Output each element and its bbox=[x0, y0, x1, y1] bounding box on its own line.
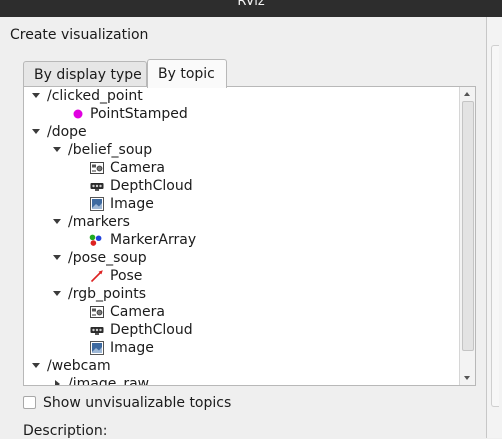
image-icon bbox=[90, 197, 104, 211]
display-label: Image bbox=[110, 340, 154, 356]
expand-arrow-icon[interactable] bbox=[32, 363, 40, 368]
camera-icon bbox=[90, 162, 104, 174]
section-label: Create visualization bbox=[10, 27, 149, 43]
scroll-down-icon[interactable] bbox=[460, 371, 475, 385]
tab-by-display-type[interactable]: By display type bbox=[23, 61, 147, 87]
show-unvisualizable-checkbox[interactable] bbox=[23, 396, 36, 409]
expand-arrow-icon[interactable] bbox=[32, 129, 40, 134]
scroll-up-icon[interactable] bbox=[460, 87, 475, 101]
topic-label: /markers bbox=[68, 214, 130, 230]
expand-arrow-icon[interactable] bbox=[53, 255, 61, 260]
topic-label: /rgb_points bbox=[68, 286, 146, 302]
collapsed-arrow-icon[interactable] bbox=[55, 380, 60, 385]
topic-tree: /clicked_point PointStamped /dope /belie… bbox=[24, 87, 457, 385]
display-label: DepthCloud bbox=[110, 322, 193, 338]
tab-by-topic[interactable]: By topic bbox=[147, 59, 227, 88]
topic-label: /dope bbox=[47, 124, 87, 140]
expand-arrow-icon[interactable] bbox=[32, 93, 40, 98]
expand-arrow-icon[interactable] bbox=[53, 147, 61, 152]
window-right-panel-edge bbox=[486, 17, 502, 438]
description-label: Description: bbox=[23, 423, 108, 439]
expand-arrow-icon[interactable] bbox=[53, 291, 61, 296]
show-unvisualizable-label: Show unvisualizable topics bbox=[43, 395, 232, 411]
display-label: Camera bbox=[110, 160, 165, 176]
display-label: DepthCloud bbox=[110, 178, 193, 194]
pose-icon bbox=[90, 270, 103, 283]
topic-label: /belief_soup bbox=[68, 142, 153, 158]
depthcloud-icon bbox=[90, 183, 104, 191]
topic-label: /image_raw bbox=[68, 376, 150, 385]
topic-label: /clicked_point bbox=[47, 88, 143, 104]
display-label: Camera bbox=[110, 304, 165, 320]
topic-label: /pose_soup bbox=[68, 250, 147, 266]
tree-vertical-scrollbar[interactable] bbox=[459, 87, 475, 385]
camera-icon bbox=[90, 306, 104, 318]
scrollbar-thumb[interactable] bbox=[462, 101, 474, 351]
display-label: Image bbox=[110, 196, 154, 212]
right-panel-frame bbox=[491, 45, 499, 407]
display-label: PointStamped bbox=[90, 106, 188, 122]
topic-tree-view[interactable]: /clicked_point PointStamped /dope /belie… bbox=[23, 86, 476, 386]
display-label: Pose bbox=[110, 268, 143, 284]
window-title: RViz bbox=[237, 0, 265, 9]
topic-label: /webcam bbox=[47, 358, 111, 374]
expand-arrow-icon[interactable] bbox=[53, 219, 61, 224]
image-icon bbox=[90, 341, 104, 355]
window-titlebar: RViz bbox=[0, 0, 502, 17]
point-stamped-icon bbox=[73, 109, 83, 119]
depthcloud-icon bbox=[90, 327, 104, 335]
marker-array-icon bbox=[89, 234, 102, 246]
display-label: MarkerArray bbox=[110, 232, 197, 248]
